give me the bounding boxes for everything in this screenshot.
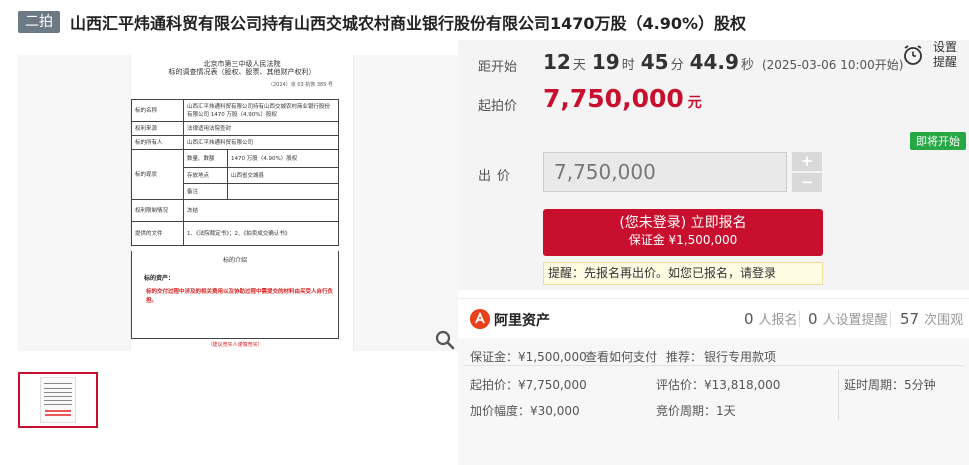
bid-cycle-info: 竞价周期：1天 bbox=[656, 404, 736, 418]
start-price-unit: 元 bbox=[687, 95, 702, 111]
signup-deposit-label: 保证金 ¥1,500,000 bbox=[628, 233, 738, 247]
countdown-minutes: 45 bbox=[640, 50, 669, 74]
doc-row-label: 提供的文件 bbox=[131, 221, 184, 246]
login-tip: 提醒：先报名再出价。如您已报名，请登录 bbox=[543, 262, 823, 285]
doc-sub-label: 备注 bbox=[183, 183, 228, 200]
doc-row-value: 山西汇平炜通科贸有限公司 bbox=[183, 135, 339, 150]
status-badge: 即将开始 bbox=[910, 132, 966, 150]
recommend-label: 推荐： bbox=[666, 350, 703, 364]
doc-sub-value: 山西省交城县 bbox=[227, 167, 339, 184]
start-time-note: (2025-03-06 10:00开始) bbox=[761, 58, 904, 72]
stat-views: 57 次围观 bbox=[900, 309, 963, 328]
thumbnail-image bbox=[40, 377, 76, 423]
doc-table: 标的名称 山西汇平炜通科贸有限公司持有山西交城农村商业银行股份有限公司 1470… bbox=[131, 99, 339, 246]
doc-red-note: 标的交付过程中涉及的相关费用以及协助过程中需提交的材料由买受人自行负担。 bbox=[146, 289, 334, 304]
document-preview[interactable]: 北京市第三中级人民法院 标的调查情况表（股权、股票、其他财产权利） （2024）… bbox=[18, 55, 458, 351]
how-to-pay-link[interactable]: 查看如何支付 bbox=[585, 348, 657, 365]
doc-sub-label: 数量、数额 bbox=[183, 149, 228, 168]
doc-section-title: 标的介绍 bbox=[222, 257, 247, 264]
reminder-line2: 提醒 bbox=[933, 55, 958, 69]
stat-views-label: 次围观 bbox=[924, 313, 964, 328]
platform-name: 阿里资产 bbox=[494, 313, 550, 329]
divider bbox=[890, 311, 891, 327]
auction-page: 二拍 山西汇平炜通科贸有限公司持有山西交城农村商业银行股份有限公司1470万股（… bbox=[0, 0, 969, 465]
bid-price-input[interactable]: 7,750,000 bbox=[543, 152, 787, 192]
doc-row-value: 1、《法院裁定书》；2、《拍卖成交确认书》 bbox=[183, 221, 339, 246]
stat-signups-count: 0 bbox=[744, 310, 754, 328]
round-badge: 二拍 bbox=[18, 11, 60, 33]
stat-signups-label: 人报名 bbox=[758, 313, 798, 328]
start-price: 7,750,000 元 bbox=[543, 84, 702, 113]
doc-row-label: 标的所有人 bbox=[131, 135, 184, 150]
stat-reminders-label: 人设置提醒 bbox=[822, 313, 888, 328]
doc-sub-value: 1470 万股（4.90%）股权 bbox=[227, 149, 339, 168]
countdown-days-unit: 天 bbox=[572, 58, 586, 73]
divider bbox=[463, 365, 964, 366]
ali-assets-logo-icon bbox=[470, 309, 490, 329]
alarm-clock-icon bbox=[904, 45, 922, 65]
auction-info: 保证金：¥1,500,000 查看如何支付 推荐： 银行专用款项 起拍价：¥7,… bbox=[458, 338, 969, 465]
signup-main-label: (您未登录) 立即报名 bbox=[619, 215, 747, 231]
countdown-panel: 距开始 12 天 19 时 45 分 44.9 秒 (2025-03-06 10… bbox=[458, 40, 969, 130]
doc-row-value: 山西汇平炜通科贸有限公司持有山西交城农村商业银行股份有限公司 1470 万股（4… bbox=[183, 99, 339, 122]
stat-signups: 0 人报名 bbox=[744, 309, 798, 328]
doc-sub-value bbox=[227, 183, 339, 200]
stat-reminders: 0 人设置提醒 bbox=[808, 309, 888, 328]
countdown-seconds: 44.9 bbox=[689, 50, 739, 74]
doc-row-value: 法律适用法院查封 bbox=[183, 121, 339, 136]
countdown-minutes-unit: 分 bbox=[670, 58, 684, 73]
platform-bar: 阿里资产 0 人报名 0 人设置提醒 57 次围观 bbox=[458, 298, 969, 338]
bank-account-link[interactable]: 银行专用款项 bbox=[704, 348, 776, 365]
signup-button[interactable]: (您未登录) 立即报名 保证金 ¥1,500,000 bbox=[543, 209, 823, 256]
start-price-label: 起拍价 bbox=[478, 99, 518, 114]
delay-period-info: 延时周期：5分钟 bbox=[844, 378, 936, 392]
appraisal-info: 评估价：¥13,818,000 bbox=[656, 378, 781, 392]
item-header: 二拍 山西汇平炜通科贸有限公司持有山西交城农村商业银行股份有限公司1470万股（… bbox=[18, 10, 746, 34]
deposit-info: 保证金：¥1,500,000 bbox=[470, 350, 587, 364]
divider bbox=[838, 370, 839, 420]
doc-section-label: 标的资产： bbox=[144, 275, 175, 282]
countdown-days: 12 bbox=[543, 50, 571, 74]
doc-row-label: 权利来源 bbox=[131, 121, 184, 136]
start-price-value: 7,750,000 bbox=[543, 84, 684, 113]
document-image: 北京市第三中级人民法院 标的调查情况表（股权、股票、其他财产权利） （2024）… bbox=[130, 55, 354, 351]
doc-row-label: 权利限制情况 bbox=[131, 199, 184, 222]
increase-bid-button[interactable]: + bbox=[792, 152, 822, 171]
zoom-icon[interactable] bbox=[434, 329, 456, 351]
start-price-info: 起拍价：¥7,750,000 bbox=[470, 378, 587, 392]
countdown-timer: 12 天 19 时 45 分 44.9 秒 (2025-03-06 10:00开… bbox=[543, 50, 903, 74]
doc-sub-label: 存放地点 bbox=[183, 167, 228, 184]
doc-footer-note: （建议竞买人谨慎竞买） bbox=[207, 342, 263, 348]
reminder-line1: 设置 bbox=[933, 40, 958, 54]
doc-title: 标的调查情况表（股权、股票、其他财产权利） bbox=[168, 68, 316, 76]
doc-row-value: 冻结 bbox=[183, 199, 339, 222]
increment-info: 加价幅度：¥30,000 bbox=[470, 404, 580, 418]
stat-reminders-count: 0 bbox=[808, 310, 818, 328]
stat-views-count: 57 bbox=[900, 310, 920, 328]
countdown-seconds-unit: 秒 bbox=[740, 58, 754, 73]
bid-panel: 即将开始 出价 7,750,000 + − (您未登录) 立即报名 保证金 ¥1… bbox=[458, 130, 969, 290]
doc-row-label: 标的名称 bbox=[131, 99, 184, 122]
page-title: 山西汇平炜通科贸有限公司持有山西交城农村商业银行股份有限公司1470万股（4.9… bbox=[70, 14, 747, 33]
reminder-label: 设置 提醒 bbox=[933, 40, 957, 70]
set-reminder-button[interactable]: 设置 提醒 bbox=[895, 40, 969, 74]
doc-number: （2024）京 03 执恢 385 号 bbox=[268, 82, 333, 88]
doc-row-label: 标的现状 bbox=[131, 149, 184, 200]
doc-intro-section: 标的介绍 标的资产： 标的交付过程中涉及的相关费用以及协助过程中需提交的材料由买… bbox=[131, 251, 339, 339]
thumbnail-selected[interactable] bbox=[18, 372, 98, 428]
countdown-hours-unit: 时 bbox=[621, 58, 635, 73]
countdown-hours: 19 bbox=[591, 50, 620, 74]
bid-label: 出价 bbox=[478, 169, 517, 184]
decrease-bid-button[interactable]: − bbox=[792, 173, 822, 192]
countdown-label: 距开始 bbox=[478, 60, 518, 75]
divider bbox=[799, 311, 800, 327]
